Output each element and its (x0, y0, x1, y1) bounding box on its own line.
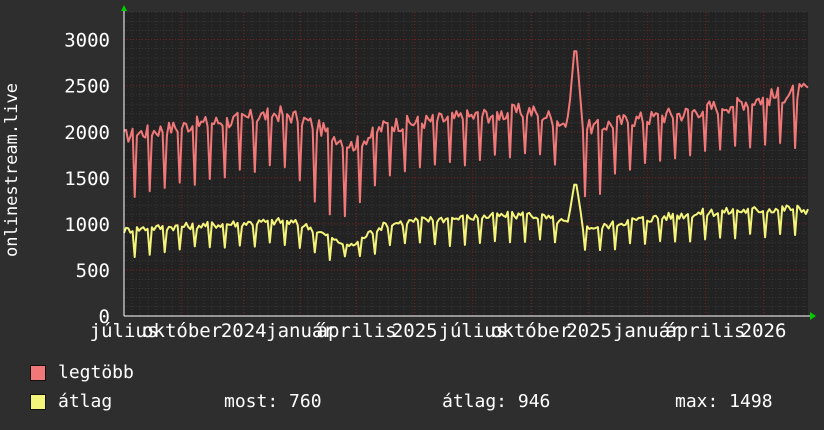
y-axis-label: onlinestream.live (0, 60, 24, 280)
y-tick-label: 3000 (64, 30, 110, 52)
y-tick-label: 2000 (64, 122, 110, 144)
x-tick-label: október (491, 320, 571, 342)
y-axis-arrow (121, 5, 127, 11)
x-tick-label: 2025 (566, 320, 612, 342)
x-tick-label: április (317, 320, 397, 342)
x-tick-label: 2024 (221, 320, 267, 342)
stat-atlag: átlag: 946 (442, 391, 551, 412)
y-tick-label: 500 (76, 260, 110, 282)
legtobb-label: legtöbb (58, 362, 134, 383)
y-tick-label: 2500 (64, 76, 110, 98)
legtobb-swatch (30, 365, 46, 381)
x-tick-label: 2026 (741, 320, 787, 342)
y-axis-label-text: onlinestream.live (2, 83, 22, 257)
atlag-swatch (30, 394, 46, 410)
x-tick-label: 2025 (392, 320, 438, 342)
y-tick-label: 1500 (64, 168, 110, 190)
x-tick-label: április (665, 320, 745, 342)
x-axis-arrow (810, 312, 816, 320)
y-tick-label: 1000 (64, 214, 110, 236)
atlag-label: átlag (58, 391, 113, 412)
stat-max: max: 1498 (675, 391, 773, 412)
x-tick-label: október (142, 320, 222, 342)
stat-most: most: 760 (224, 391, 322, 412)
